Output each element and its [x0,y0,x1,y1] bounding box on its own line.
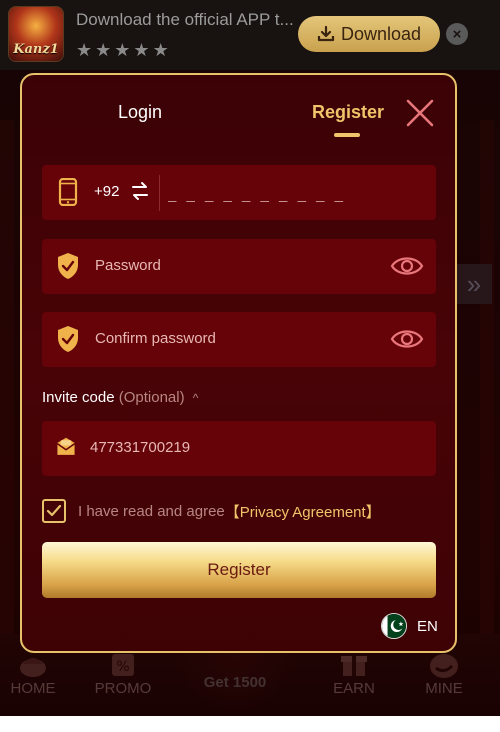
rating-stars: ★ ★ ★ ★ ★ [76,41,169,59]
language-code: EN [417,617,438,635]
star-icon: ★ [114,40,131,60]
app-download-banner: Kanz1 Download the official APP t... ★ ★… [0,0,500,70]
app-logo: Kanz1 [8,6,64,62]
phone-input[interactable] [168,183,368,205]
invite-code-value: 477331700219 [90,439,191,456]
star-icon: ★ [76,40,93,60]
language-selector[interactable]: EN [381,613,438,639]
privacy-agreement-link[interactable]: 【Privacy Agreement】 [225,501,381,522]
eye-icon[interactable] [390,252,424,280]
agreement-row: I have read and agree 【Privacy Agreement… [42,498,381,524]
register-modal: Login Register +92 Password [20,73,457,653]
password-field[interactable]: Password [42,239,436,294]
agreement-text: I have read and agree [78,502,225,520]
confirm-password-field[interactable]: Confirm password [42,312,436,367]
active-tab-indicator [334,133,360,137]
invite-code-label: Invite code [42,389,115,406]
checkmark-icon [46,504,62,517]
close-icon[interactable] [403,96,437,130]
swap-icon[interactable] [131,181,149,201]
phone-field: +92 [42,165,436,220]
password-placeholder: Password [95,257,161,274]
star-icon: ★ [152,40,169,60]
country-code[interactable]: +92 [94,183,119,200]
star-icon: ★ [95,40,112,60]
download-label: Download [340,23,422,44]
banner-title: Download the official APP t... [76,10,294,29]
eye-icon[interactable] [390,325,424,353]
confirm-password-placeholder: Confirm password [95,330,216,347]
envelope-icon [56,437,76,455]
download-icon [317,25,335,42]
tab-register[interactable]: Register [312,102,384,123]
close-icon: × [452,25,462,43]
tab-login[interactable]: Login [110,102,170,123]
agreement-checkbox[interactable] [42,499,66,523]
close-banner-button[interactable]: × [446,23,468,45]
phone-icon [58,178,78,206]
download-button[interactable]: Download [298,16,440,52]
invite-code-field[interactable]: 477331700219 [42,421,436,476]
invite-code-toggle[interactable]: Invite code (Optional) ^ [42,389,198,406]
shield-icon [58,253,78,279]
shield-icon [58,326,78,352]
pakistan-flag-icon [381,613,407,639]
star-icon: ★ [133,40,150,60]
register-button[interactable]: Register [42,542,436,598]
divider [159,175,160,211]
chevron-up-icon: ^ [192,391,199,405]
invite-optional-label: (Optional) [118,389,185,406]
